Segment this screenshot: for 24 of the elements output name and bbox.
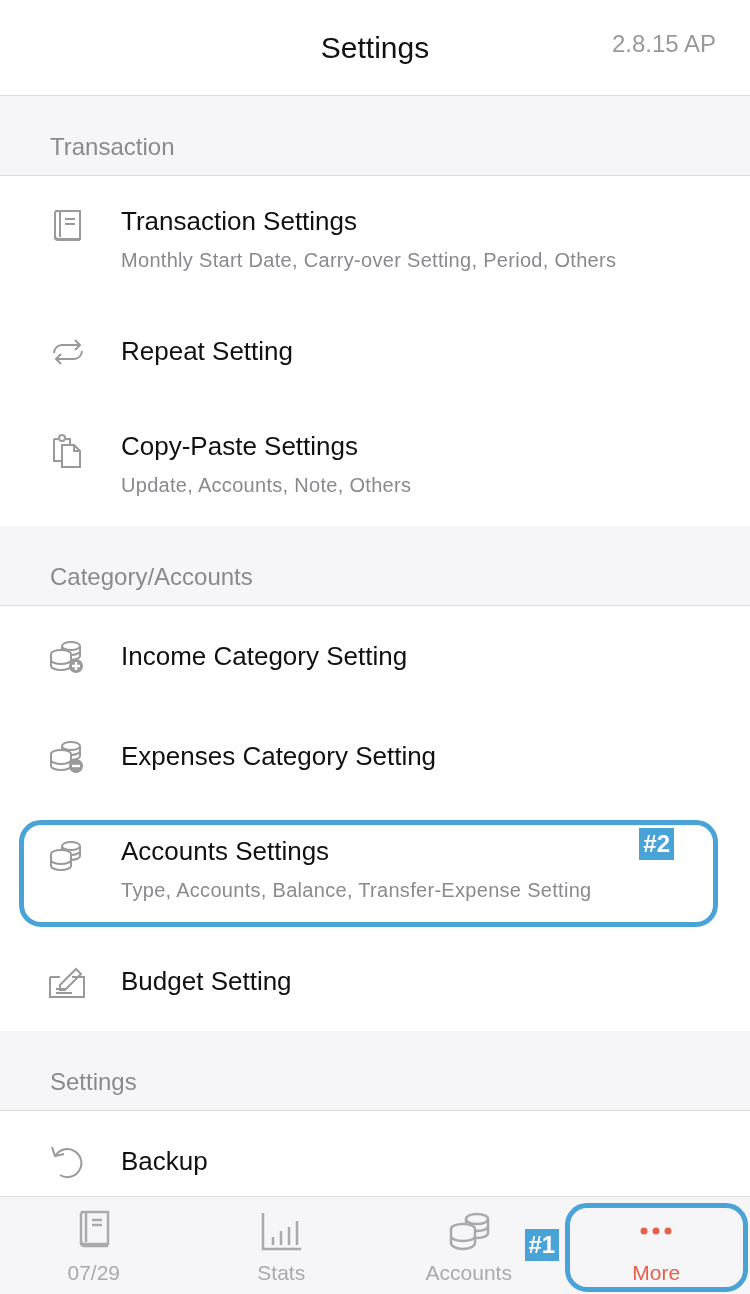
page-title: Settings (320, 30, 430, 65)
row-title: Accounts Settings (121, 835, 331, 867)
coins-minus-icon (48, 738, 86, 774)
row-title: Repeat Setting (121, 335, 293, 367)
callout-label: #2 (639, 828, 674, 860)
row-subtitle: Type, Accounts, Balance, Transfer-Expense Setting (121, 878, 592, 902)
row-title: Transaction Settings (121, 205, 359, 237)
callout-label: #1 (524, 1229, 560, 1261)
settings-row[interactable]: Accounts Settings Type, Accounts, Balance, Transfer-Expense Setting #2 (0, 806, 750, 931)
version-label: 2.8.15 AP (611, 30, 716, 58)
row-title: Copy-Paste Settings (121, 430, 359, 462)
settings-row[interactable]: Income Category Setting (0, 606, 750, 706)
row-title: Budget Setting (121, 965, 292, 997)
row-subtitle: Update, Accounts, Note, Others (121, 473, 412, 497)
settings-row[interactable]: Expenses Category Setting (0, 706, 750, 806)
settings-row[interactable]: Repeat Setting (0, 301, 750, 401)
settings-row[interactable]: Transaction Settings Monthly Start Date, Carry-over Setting, Period, Others (0, 176, 750, 301)
settings-row[interactable]: Copy-Paste Settings Update, Accounts, Note, Others (0, 401, 750, 526)
row-title: Income Category Setting (121, 640, 408, 672)
row-subtitle: Monthly Start Date, Carry-over Setting, Period, Others (121, 248, 617, 272)
coins-plus-icon (48, 638, 86, 674)
settings-row[interactable]: Budget Setting (0, 931, 750, 1031)
row-title: Expenses Category Setting (121, 740, 437, 772)
row-title: Backup (121, 1145, 208, 1177)
